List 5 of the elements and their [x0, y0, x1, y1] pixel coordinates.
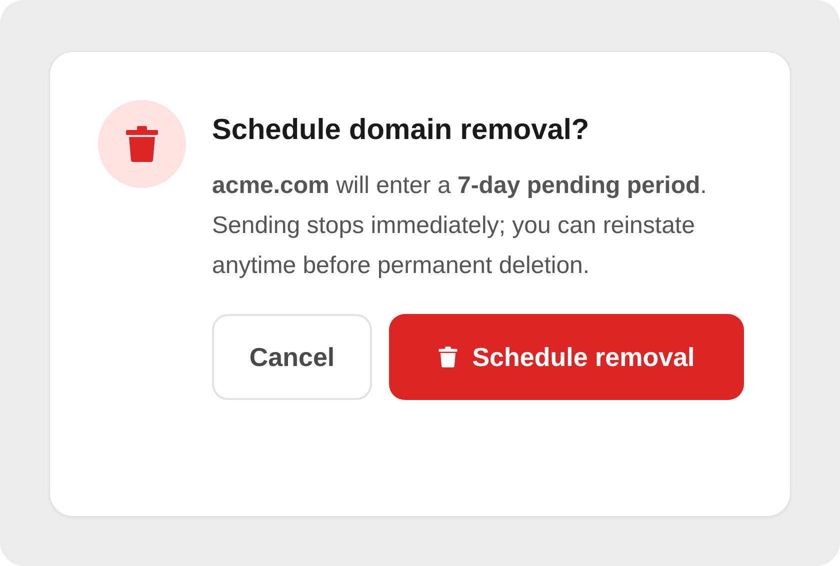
schedule-removal-button[interactable]: Schedule removal [389, 314, 744, 400]
dialog-message: acme.com will enter a 7-day pending period. Sending stops immediately; you can reinstate anytime before permanent deletion. [212, 171, 708, 281]
trash-icon [438, 346, 458, 368]
cancel-button[interactable]: Cancel [212, 314, 372, 400]
dialog-title: Schedule domain removal? [212, 113, 590, 148]
